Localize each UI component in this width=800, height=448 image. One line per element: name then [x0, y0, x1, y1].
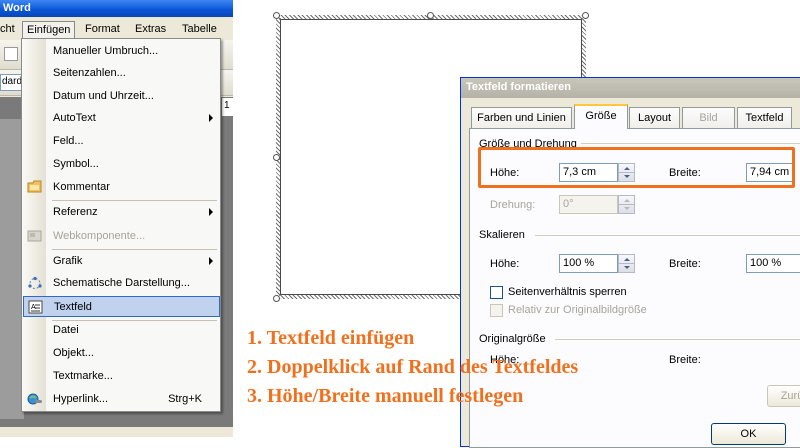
- ok-button[interactable]: OK: [711, 423, 786, 445]
- menu-item-shortcut: Strg+K: [168, 393, 202, 405]
- group-title-scale: Skalieren: [479, 229, 529, 241]
- group-divider: [555, 339, 800, 340]
- menu-separator: [52, 200, 217, 201]
- rotation-spinner[interactable]: [618, 195, 635, 214]
- menu-item-label: Objekt...: [53, 347, 94, 359]
- resize-handle[interactable]: [427, 12, 434, 19]
- menu-item-label: Seitenzahlen...: [53, 67, 126, 79]
- lock-aspect-checkbox[interactable]: [490, 286, 503, 299]
- ruler-mark: 1: [222, 98, 233, 116]
- menu-separator: [52, 249, 217, 250]
- instruction-step-2: 2. Doppelklick auf Rand des Textfeldes: [247, 356, 579, 378]
- menu-item-label: Schematische Darstellung...: [53, 277, 190, 289]
- group-divider: [535, 235, 800, 236]
- menu-item-label: AutoText: [53, 112, 96, 124]
- menu-item-graphic[interactable]: Grafik: [23, 251, 220, 272]
- submenu-arrow-icon: [209, 257, 213, 265]
- dialog-titlebar: Textfeld formatieren: [461, 78, 800, 98]
- menu-item-hyperlink[interactable]: Hyperlink... Strg+K: [23, 389, 220, 410]
- group-title-original: Originalgröße: [479, 333, 550, 345]
- rotation-label: Drehung:: [490, 199, 536, 211]
- submenu-arrow-icon: [209, 114, 213, 122]
- scale-width-input[interactable]: 100 %: [746, 254, 800, 273]
- menu-item-label: Textmarke...: [53, 370, 113, 382]
- menu-item-date-time[interactable]: Datum und Uhrzeit...: [23, 86, 220, 107]
- resize-handle[interactable]: [273, 295, 280, 302]
- word-titlebar: Word: [0, 0, 233, 17]
- scale-height-input[interactable]: 100 %: [559, 254, 618, 273]
- menu-item-textbox[interactable]: A Textfeld: [23, 296, 220, 317]
- style-combo[interactable]: dard: [0, 74, 22, 91]
- instruction-step-3: 3. Höhe/Breite manuell festlegen: [247, 385, 524, 407]
- menu-item-label: Datum und Uhrzeit...: [53, 90, 154, 102]
- hyperlink-icon: [27, 392, 43, 407]
- menu-item-page-numbers[interactable]: Seitenzahlen...: [23, 63, 220, 84]
- menu-item-label: Symbol...: [53, 158, 99, 170]
- menu-item-label: Webkomponente...: [53, 230, 146, 242]
- tab-layout[interactable]: Layout: [629, 107, 680, 128]
- rotation-input[interactable]: 0°: [559, 195, 618, 214]
- original-width-label: Breite:: [669, 354, 701, 366]
- menu-insert[interactable]: Einfügen: [22, 21, 76, 39]
- tab-picture[interactable]: Bild: [682, 107, 735, 128]
- size-highlight-box: [478, 147, 795, 188]
- menu-table[interactable]: Tabelle: [178, 21, 221, 39]
- tab-size[interactable]: Größe: [574, 104, 628, 129]
- menu-item-object[interactable]: Objekt...: [23, 343, 220, 364]
- menu-item-label: Manueller Umbruch...: [53, 45, 159, 57]
- instruction-step-1: 1. Textfeld einfügen: [247, 327, 415, 349]
- relative-original-label: Relativ zur Originalbildgröße: [508, 304, 647, 316]
- menu-item-manual-break[interactable]: Manueller Umbruch...: [23, 41, 220, 62]
- menu-view[interactable]: cht: [0, 21, 19, 39]
- relative-original-checkbox[interactable]: [490, 304, 503, 317]
- tab-colors-lines[interactable]: Farben und Linien: [471, 107, 572, 128]
- menu-format[interactable]: Format: [81, 21, 124, 39]
- submenu-arrow-icon: [209, 208, 213, 216]
- comment-icon: [27, 180, 43, 195]
- menu-item-label: Textfeld: [54, 301, 92, 313]
- resize-handle[interactable]: [273, 12, 280, 19]
- scale-height-spinner[interactable]: [618, 254, 635, 273]
- lock-aspect-label: Seitenverhältnis sperren: [508, 286, 627, 298]
- menu-item-field[interactable]: Feld...: [23, 131, 220, 152]
- menu-item-symbol[interactable]: Symbol...: [23, 154, 220, 175]
- resize-handle[interactable]: [273, 154, 280, 161]
- textbox-icon: A: [28, 300, 44, 315]
- reset-button[interactable]: Zurü: [767, 385, 800, 407]
- word-menubar: cht Einfügen Format Extras Tabelle: [0, 19, 233, 40]
- menu-item-web-component[interactable]: Webkomponente...: [23, 226, 220, 247]
- menu-item-autotext[interactable]: AutoText: [23, 108, 220, 129]
- menu-item-label: Grafik: [53, 255, 83, 267]
- resize-handle[interactable]: [582, 12, 589, 19]
- menu-item-diagram[interactable]: Schematische Darstellung...: [23, 273, 220, 294]
- menu-item-label: Feld...: [53, 135, 84, 147]
- dialog-title: Textfeld formatieren: [466, 81, 571, 93]
- web-component-icon: [27, 229, 43, 244]
- menu-item-comment[interactable]: Kommentar: [23, 177, 220, 198]
- tab-textbox[interactable]: Textfeld: [737, 107, 792, 128]
- scale-height-label: Höhe:: [490, 258, 520, 270]
- menu-item-label: Datei: [53, 324, 79, 336]
- menu-item-file[interactable]: Datei: [23, 320, 220, 341]
- toolbar-button-icon[interactable]: [4, 47, 18, 61]
- menu-item-label: Referenz: [53, 206, 98, 218]
- diagram-icon: [27, 276, 43, 291]
- menu-item-label: Kommentar: [53, 181, 110, 193]
- group-divider: [570, 143, 800, 144]
- insert-menu: Manueller Umbruch... Seitenzahlen... Dat…: [21, 38, 221, 412]
- scale-width-label: Breite:: [669, 258, 701, 270]
- menu-item-bookmark[interactable]: Textmarke...: [23, 366, 220, 387]
- menu-item-label: Hyperlink...: [53, 393, 109, 405]
- menu-tools[interactable]: Extras: [131, 21, 170, 39]
- word-title: Word: [3, 2, 31, 14]
- menu-item-reference[interactable]: Referenz: [23, 202, 220, 223]
